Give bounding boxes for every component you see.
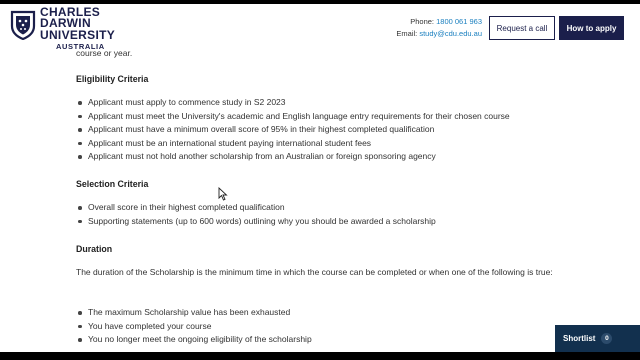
phone-link[interactable]: 1800 061 963 (436, 17, 482, 26)
phone-row: Phone: 1800 061 963 (396, 16, 482, 28)
logo-line-3: AUSTRALIA (56, 42, 105, 51)
list-item: Applicant must have a minimum overall sc… (76, 123, 510, 137)
contact-info: Phone: 1800 061 963 Email: study@cdu.edu… (396, 16, 482, 40)
how-to-apply-button[interactable]: How to apply (559, 16, 624, 40)
list-item: Applicant must apply to commence study i… (76, 96, 510, 110)
eligibility-heading: Eligibility Criteria (76, 74, 149, 84)
list-item: You have completed your course (76, 320, 312, 334)
duration-list: The maximum Scholarship value has been e… (76, 306, 312, 347)
eligibility-list: Applicant must apply to commence study i… (76, 96, 510, 164)
phone-label: Phone: (410, 17, 435, 26)
logo-wordmark: CHARLES DARWIN UNIVERSITY AUSTRALIA (40, 6, 140, 51)
list-item: Supporting statements (up to 600 words) … (76, 215, 436, 229)
email-label: Email: (396, 29, 418, 38)
list-item: The maximum Scholarship value has been e… (76, 306, 312, 320)
duration-paragraph: The duration of the Scholarship is the m… (76, 267, 553, 277)
email-row: Email: study@cdu.edu.au (396, 28, 482, 40)
mouse-cursor-icon (218, 187, 228, 201)
email-link[interactable]: study@cdu.edu.au (419, 29, 482, 38)
request-call-button[interactable]: Request a call (489, 16, 555, 40)
list-item: Overall score in their highest completed… (76, 201, 436, 215)
shortlist-button[interactable]: Shortlist 0 (555, 325, 640, 352)
list-item: Applicant must not hold another scholars… (76, 150, 510, 164)
site-header: CHARLES DARWIN UNIVERSITY AUSTRALIA Phon… (0, 4, 640, 50)
list-item: You no longer meet the ongoing eligibili… (76, 333, 312, 347)
selection-heading: Selection Criteria (76, 179, 149, 189)
selection-list: Overall score in their highest completed… (76, 201, 436, 228)
browser-viewport: CHARLES DARWIN UNIVERSITY AUSTRALIA Phon… (0, 4, 640, 352)
shield-logo-icon (10, 10, 36, 40)
list-item: Applicant must be an international stude… (76, 137, 510, 151)
shortlist-label: Shortlist (563, 334, 596, 343)
duration-heading: Duration (76, 244, 113, 254)
university-logo[interactable]: CHARLES DARWIN UNIVERSITY AUSTRALIA (10, 6, 140, 50)
list-item: Applicant must meet the University's aca… (76, 110, 510, 124)
logo-line-2: DARWIN UNIVERSITY (40, 16, 116, 42)
logo-line-1: CHARLES (40, 6, 101, 16)
shortlist-count-badge: 0 (601, 333, 613, 344)
